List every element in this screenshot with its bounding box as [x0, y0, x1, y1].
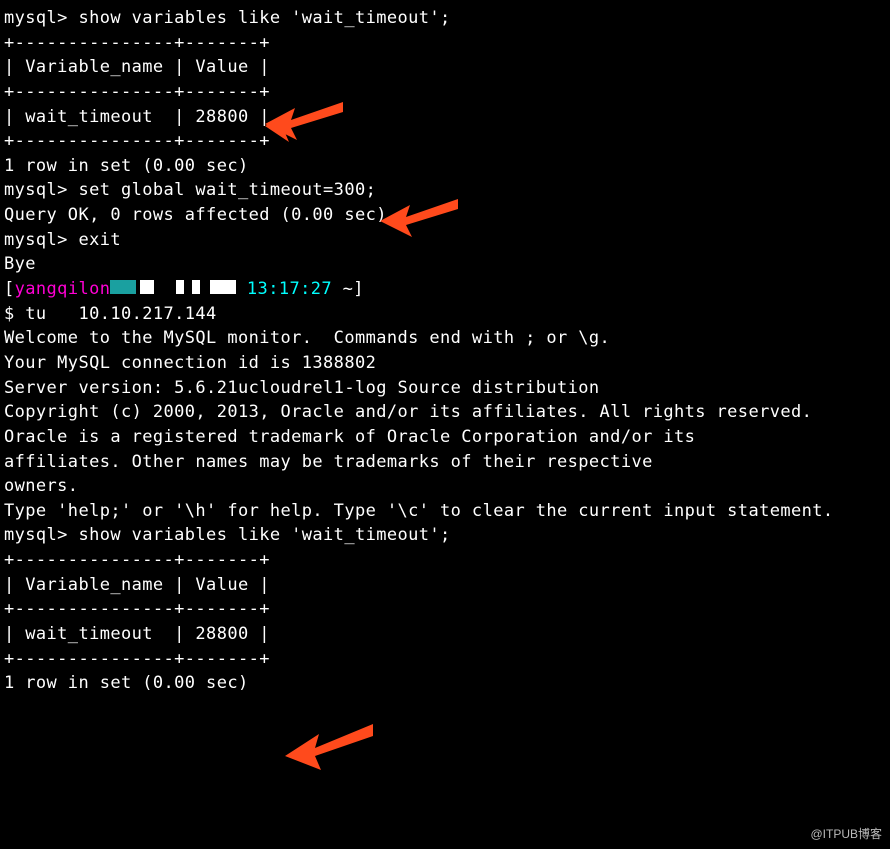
welcome-line: Server version: 5.6.21ucloudrel1-log Sou…	[4, 376, 886, 401]
bracket: ]	[353, 279, 364, 299]
redacted	[184, 280, 192, 294]
query-result: Query OK, 0 rows affected (0.00 sec)	[4, 203, 886, 228]
row-count: 1 row in set (0.00 sec)	[4, 154, 886, 179]
bye-line: Bye	[4, 252, 886, 277]
annotation-arrow-icon	[285, 720, 375, 775]
shell-time: 13:17:27	[247, 279, 332, 299]
table-header: | Variable_name | Value |	[4, 573, 886, 598]
watermark: @ITPUB博客	[810, 826, 882, 843]
shell-path: ~	[343, 279, 354, 299]
table-border: +---------------+-------+	[4, 647, 886, 672]
redacted	[176, 280, 184, 294]
table-border: +---------------+-------+	[4, 597, 886, 622]
terminal-line: mysql> set global wait_timeout=300;	[4, 178, 886, 203]
table-header: | Variable_name | Value |	[4, 55, 886, 80]
shell-prompt: [yangqilon 13:17:27 ~]	[4, 277, 886, 302]
oracle-line: owners.	[4, 474, 886, 499]
oracle-line: Oracle is a registered trademark of Orac…	[4, 425, 886, 450]
welcome-line: Your MySQL connection id is 1388802	[4, 351, 886, 376]
welcome-line: Welcome to the MySQL monitor. Commands e…	[4, 326, 886, 351]
redacted	[210, 280, 236, 294]
row-count: 1 row in set (0.00 sec)	[4, 671, 886, 696]
copyright-line: Copyright (c) 2000, 2013, Oracle and/or …	[4, 400, 886, 425]
table-row: | wait_timeout | 28800 |	[4, 105, 886, 130]
redacted	[110, 280, 136, 294]
table-border: +---------------+-------+	[4, 31, 886, 56]
terminal-line: mysql> exit	[4, 228, 886, 253]
oracle-line: affiliates. Other names may be trademark…	[4, 450, 886, 475]
table-border: +---------------+-------+	[4, 129, 886, 154]
redacted	[140, 280, 154, 294]
bracket: [	[4, 279, 15, 299]
terminal-line: mysql> show variables like 'wait_timeout…	[4, 523, 886, 548]
table-row: | wait_timeout | 28800 |	[4, 622, 886, 647]
table-border: +---------------+-------+	[4, 548, 886, 573]
shell-user: yangqilon	[15, 279, 111, 299]
table-border: +---------------+-------+	[4, 80, 886, 105]
help-line: Type 'help;' or '\h' for help. Type '\c'…	[4, 499, 886, 524]
redacted	[192, 280, 200, 294]
terminal-line: mysql> show variables like 'wait_timeout…	[4, 6, 886, 31]
shell-command: $ tu 10.10.217.144	[4, 302, 886, 327]
